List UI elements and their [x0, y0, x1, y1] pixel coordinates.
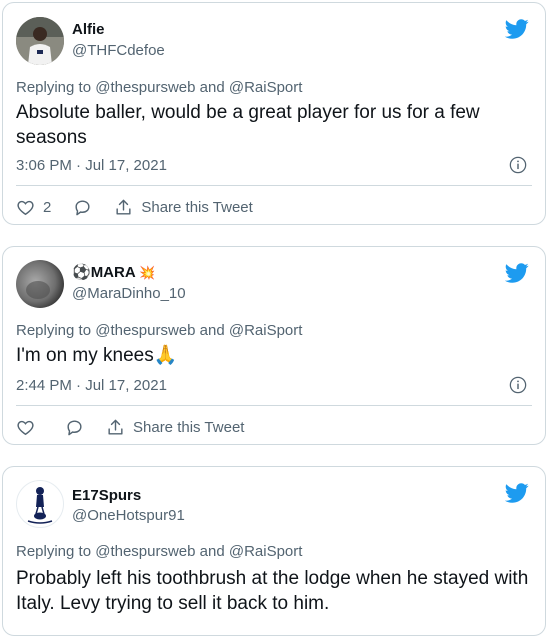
info-icon[interactable]	[509, 376, 527, 394]
twitter-bird-icon[interactable]	[505, 261, 529, 285]
user-handle[interactable]: @MaraDinho_10	[72, 285, 186, 303]
info-icon[interactable]	[509, 156, 527, 174]
twitter-bird-icon[interactable]	[505, 17, 529, 41]
like-button[interactable]: 2	[16, 198, 51, 217]
avatar[interactable]	[16, 17, 64, 65]
share-label: Share this Tweet	[133, 418, 245, 436]
like-button[interactable]	[16, 418, 35, 437]
heart-icon	[17, 200, 34, 215]
divider	[16, 405, 532, 406]
display-name[interactable]: ⚽MARA 💥	[72, 264, 155, 282]
user-handle[interactable]: @OneHotspur91	[72, 507, 185, 525]
avatar[interactable]	[16, 480, 64, 528]
replying-to: Replying to @thespursweb and @RaiSport	[16, 322, 303, 339]
tweet-actions: Share this Tweet	[16, 415, 266, 439]
twitter-bird-icon[interactable]	[505, 481, 529, 505]
reply-button[interactable]	[65, 418, 84, 437]
display-name-text: MARA	[90, 264, 136, 281]
share-button[interactable]: Share this Tweet	[114, 198, 253, 217]
replying-to: Replying to @thespursweb and @RaiSport	[16, 543, 303, 560]
reply-bubble-icon	[67, 419, 82, 435]
tweet-card[interactable]: E17Spurs @OneHotspur91 Replying to @thes…	[2, 466, 546, 636]
tweet-actions: 2 Share this Tweet	[16, 195, 275, 219]
tweet-timestamp[interactable]: 3:06 PM · Jul 17, 2021	[16, 157, 167, 175]
tweet-text: Absolute baller, would be a great player…	[16, 102, 480, 148]
share-button[interactable]: Share this Tweet	[106, 418, 244, 437]
tweet-text: Probably left his toothbrush at the lodg…	[16, 568, 529, 614]
tweet-card[interactable]: Alfie @THFCdefoe Replying to @thespurswe…	[2, 2, 546, 225]
divider	[16, 185, 532, 186]
soccer-ball-emoji: ⚽	[72, 264, 91, 281]
share-icon	[116, 199, 131, 215]
display-name[interactable]: E17Spurs	[72, 487, 141, 505]
share-label: Share this Tweet	[141, 198, 253, 216]
replying-to: Replying to @thespursweb and @RaiSport	[16, 79, 303, 96]
avatar[interactable]	[16, 260, 64, 308]
tweet-timestamp[interactable]: 2:44 PM · Jul 17, 2021	[16, 377, 167, 395]
user-handle[interactable]: @THFCdefoe	[72, 42, 165, 60]
tweet-text: I'm on my knees🙏	[16, 345, 178, 366]
tweet-card[interactable]: ⚽MARA 💥 @MaraDinho_10 Replying to @thesp…	[2, 246, 546, 445]
reply-button[interactable]	[73, 198, 92, 217]
collision-emoji: 💥	[139, 265, 156, 280]
share-icon	[108, 419, 123, 435]
heart-icon	[17, 420, 34, 435]
reply-bubble-icon	[75, 199, 90, 215]
like-count: 2	[43, 198, 52, 216]
display-name[interactable]: Alfie	[72, 21, 105, 39]
